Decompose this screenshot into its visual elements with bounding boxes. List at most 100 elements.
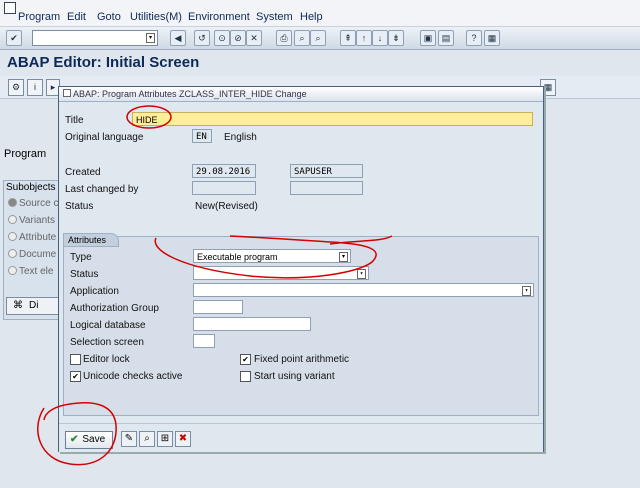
dialog-title-bar[interactable]: ABAP: Program Attributes ZCLASS_INTER_HI…: [59, 87, 543, 102]
glasses-icon: ⌘: [13, 300, 23, 311]
selection-screen-input[interactable]: [193, 334, 215, 348]
standard-toolbar: ✔ ▾ ◀ ↺ ⊙ ⊘ ✕ ⎙ ⌕ ⌕ ⇞ ↑ ↓ ⇟ ▣ ▤ ? ▦: [0, 27, 640, 50]
cancel-icon[interactable]: ⊘: [230, 30, 246, 46]
dialog-footer: ✔ Save ✎ ⌕ ⊞ ✖: [59, 423, 543, 452]
save-toolbar-icon[interactable]: ◀: [170, 30, 186, 46]
info-icon[interactable]: i: [27, 79, 43, 96]
radio-icon: [8, 266, 17, 275]
new-session-icon[interactable]: ▣: [420, 30, 436, 46]
radio-source[interactable]: Source c: [8, 198, 58, 209]
unicode-label: Unicode checks active: [83, 371, 183, 382]
radio-icon: [8, 215, 17, 224]
dropdown-icon[interactable]: ▾: [522, 286, 531, 296]
dropdown-icon[interactable]: ▾: [357, 269, 366, 279]
start-variant-label: Start using variant: [254, 371, 335, 382]
created-user-field: SAPUSER: [290, 164, 363, 178]
menu-program[interactable]: Program: [18, 11, 60, 23]
last-changed-user-field: [290, 181, 363, 195]
attr-status-label: Status: [70, 269, 99, 280]
original-language-field: EN: [192, 129, 212, 143]
find-icon[interactable]: ⌕: [294, 30, 310, 46]
page-title: ABAP Editor: Initial Screen: [7, 54, 200, 71]
dropdown-icon[interactable]: ▾: [146, 33, 155, 43]
edit-icon[interactable]: ✎: [121, 431, 137, 447]
cancel-icon[interactable]: ✖: [175, 431, 191, 447]
status-label: Status: [65, 201, 94, 212]
status-value: New(Revised): [195, 201, 258, 212]
radio-text-elements[interactable]: Text ele: [8, 266, 53, 277]
authorization-group-input[interactable]: [193, 300, 243, 314]
type-select[interactable]: Executable program ▾: [193, 249, 351, 263]
menu-utilities[interactable]: Utilities(M): [130, 11, 182, 23]
menu-environment[interactable]: Environment: [188, 11, 250, 23]
exit-icon[interactable]: ⊙: [214, 30, 230, 46]
start-variant-checkbox[interactable]: [240, 371, 251, 382]
authorization-group-label: Authorization Group: [70, 303, 159, 314]
search-help-icon[interactable]: ⌕: [139, 431, 155, 447]
prev-page-icon[interactable]: ↑: [356, 30, 372, 46]
attributes-group-label: Attributes: [63, 233, 119, 247]
radio-label: Source c: [19, 198, 59, 209]
original-language-label: Original language: [65, 132, 144, 143]
dropdown-icon[interactable]: ▾: [339, 252, 348, 262]
enter-icon[interactable]: ✔: [6, 30, 22, 46]
cancel-x-icon[interactable]: ✕: [246, 30, 262, 46]
radio-label: Text ele: [19, 266, 54, 277]
selection-screen-label: Selection screen: [70, 337, 144, 348]
created-label: Created: [65, 167, 101, 178]
last-page-icon[interactable]: ⇟: [388, 30, 404, 46]
window-icon: [63, 89, 71, 97]
title-input[interactable]: HIDE: [132, 112, 533, 126]
next-page-icon[interactable]: ↓: [372, 30, 388, 46]
program-label: Program: [4, 148, 47, 160]
unicode-checkbox[interactable]: ✔: [70, 371, 81, 382]
object-list-icon[interactable]: ⚙: [8, 79, 24, 96]
sap-menu-icon[interactable]: [4, 2, 16, 14]
layout-menu-icon[interactable]: ▦: [484, 30, 500, 46]
save-button-label: Save: [82, 434, 106, 445]
radio-label: Attribute: [19, 232, 57, 243]
hierarchy-icon[interactable]: ⊞: [157, 431, 173, 447]
help-icon[interactable]: ?: [466, 30, 482, 46]
subobjects-label: Subobjects: [6, 182, 56, 193]
status-select[interactable]: ▾: [193, 266, 369, 280]
command-field[interactable]: ▾: [32, 30, 158, 46]
find-next-icon[interactable]: ⌕: [310, 30, 326, 46]
radio-variants[interactable]: Variants: [8, 215, 55, 226]
checkmark-icon: ✔: [70, 434, 79, 445]
back-icon[interactable]: ↺: [194, 30, 210, 46]
program-attributes-dialog: ABAP: Program Attributes ZCLASS_INTER_HI…: [58, 86, 544, 452]
display-button[interactable]: ⌘ Di: [6, 297, 64, 315]
shortcut-icon[interactable]: ▤: [438, 30, 454, 46]
last-changed-label: Last changed by: [65, 184, 139, 195]
logical-database-label: Logical database: [70, 320, 146, 331]
first-page-icon[interactable]: ⇞: [340, 30, 356, 46]
application-select[interactable]: ▾: [193, 283, 534, 297]
fixed-point-label: Fixed point arithmetic: [254, 354, 350, 365]
last-changed-date-field: [192, 181, 256, 195]
menu-system[interactable]: System: [256, 11, 293, 23]
radio-icon: [8, 232, 17, 241]
dialog-title: ABAP: Program Attributes ZCLASS_INTER_HI…: [73, 89, 307, 99]
application-label: Application: [70, 286, 119, 297]
display-button-label: Di: [29, 300, 39, 311]
radio-icon: [8, 249, 17, 258]
radio-label: Variants: [19, 215, 55, 226]
created-date-field: 29.08.2016: [192, 164, 256, 178]
type-value: Executable program: [197, 252, 278, 262]
type-label: Type: [70, 252, 92, 263]
original-language-name: English: [224, 132, 257, 143]
fixed-point-checkbox[interactable]: ✔: [240, 354, 251, 365]
menu-edit[interactable]: Edit: [67, 11, 86, 23]
save-button[interactable]: ✔ Save: [65, 431, 113, 449]
editor-lock-checkbox[interactable]: [70, 354, 81, 365]
menu-help[interactable]: Help: [300, 11, 323, 23]
menu-goto[interactable]: Goto: [97, 11, 121, 23]
menu-bar: Program Edit Goto Utilities(M) Environme…: [0, 0, 640, 27]
radio-attributes[interactable]: Attribute: [8, 232, 56, 243]
print-icon[interactable]: ⎙: [276, 30, 292, 46]
logical-database-input[interactable]: [193, 317, 311, 331]
radio-label: Docume: [19, 249, 57, 260]
radio-icon: [8, 198, 17, 207]
radio-documentation[interactable]: Docume: [8, 249, 56, 260]
